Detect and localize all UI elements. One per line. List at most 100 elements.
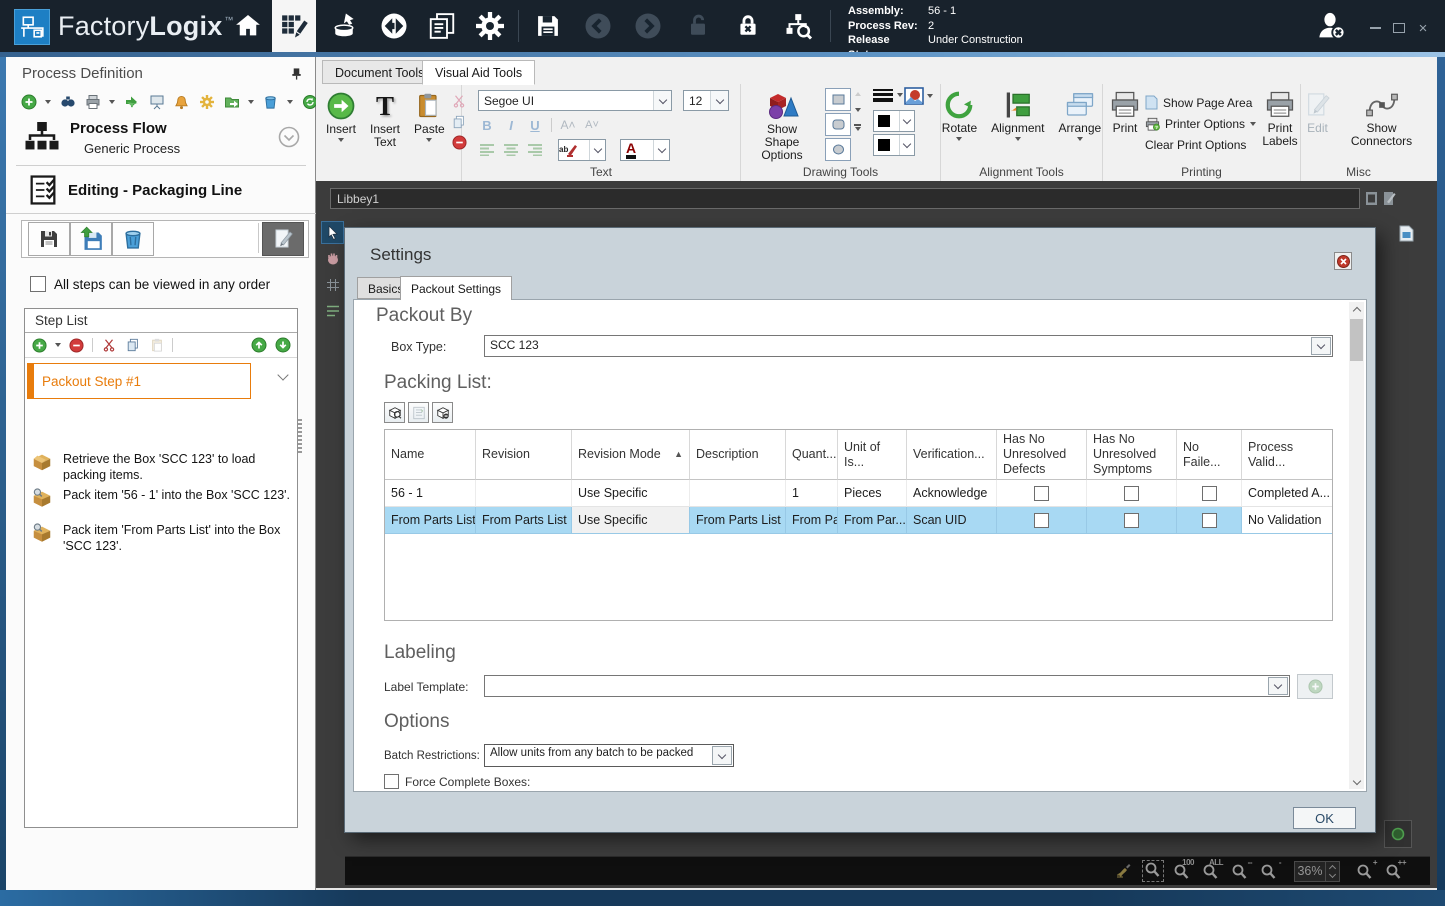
paste-dropdown-caret[interactable]	[426, 138, 433, 142]
paste-button[interactable]: Paste	[410, 88, 449, 152]
insert-image-button[interactable]	[904, 87, 933, 105]
copy-icon[interactable]	[124, 337, 141, 354]
cell-process-validation[interactable]: Completed A...	[1242, 480, 1332, 507]
format-painter-icon[interactable]	[1114, 861, 1134, 881]
close-button[interactable]: ×	[1410, 18, 1436, 38]
edit-button[interactable]: Edit	[1300, 87, 1336, 151]
alignment-dropdown-caret[interactable]	[1014, 137, 1021, 141]
shape-more-icon[interactable]	[854, 124, 861, 131]
cell-description[interactable]: From Parts List	[690, 507, 786, 534]
cell-description[interactable]	[690, 480, 786, 507]
column-header[interactable]: Revision	[476, 430, 572, 480]
document-name-input[interactable]	[331, 189, 1359, 208]
column-header[interactable]: Process Valid...	[1242, 430, 1332, 480]
move-down-icon[interactable]	[274, 337, 291, 354]
cell-quantity[interactable]: From Pa	[786, 507, 838, 534]
cell-verification[interactable]: Scan UID	[907, 507, 997, 534]
column-header[interactable]: Quant...	[786, 430, 838, 480]
process-audit-button[interactable]	[776, 0, 820, 52]
zoom-selection-button[interactable]	[1142, 860, 1164, 882]
doc-action-icon[interactable]	[1363, 189, 1379, 207]
search-icon[interactable]	[59, 94, 76, 111]
remove-step-icon[interactable]	[68, 337, 85, 354]
save-button[interactable]	[526, 0, 570, 52]
export-dropdown-caret[interactable]	[248, 100, 254, 104]
align-center-icon[interactable]	[500, 140, 522, 160]
line-color-picker[interactable]	[873, 110, 915, 132]
transfer-button[interactable]	[372, 0, 416, 52]
recycle-bin-icon[interactable]	[262, 94, 279, 111]
italic-button[interactable]: I	[500, 115, 522, 135]
print-icon[interactable]	[84, 94, 101, 111]
print-button[interactable]: Print	[1105, 87, 1145, 138]
show-shape-options-button[interactable]: Show Shape Options	[745, 86, 819, 165]
cell-revision-mode[interactable]: Use Specific	[572, 480, 690, 507]
add-label-template-button[interactable]	[1297, 674, 1333, 699]
box-type-select[interactable]: SCC 123	[484, 335, 1333, 357]
zoom-all-button[interactable]: ALL	[1201, 858, 1224, 881]
document-name-bar[interactable]	[330, 188, 1360, 209]
recycle-dropdown-caret[interactable]	[287, 100, 293, 104]
page-properties-icon[interactable]	[1399, 225, 1414, 242]
pan-tool-button[interactable]	[321, 247, 344, 270]
table-row[interactable]: 56 - 1 Use Specific 1 Pieces Acknowledge…	[385, 480, 1332, 507]
line-style-picker[interactable]	[873, 88, 903, 102]
rotate-dropdown-caret[interactable]	[956, 137, 963, 141]
cell-verification[interactable]: Acknowledge	[907, 480, 997, 507]
lock-cancel-button[interactable]	[726, 0, 770, 52]
scroll-down-arrow[interactable]	[1349, 774, 1364, 789]
column-header[interactable]: Name	[385, 430, 476, 480]
font-size-select[interactable]: 12	[683, 90, 729, 111]
tab-document-tools[interactable]: Document Tools	[322, 60, 438, 84]
cell-process-validation[interactable]: No Validation	[1242, 507, 1332, 534]
back-button[interactable]	[576, 0, 620, 52]
add-step-icon[interactable]	[31, 337, 48, 354]
cell-unit[interactable]: Pieces	[838, 480, 907, 507]
defects-checkbox[interactable]	[1034, 512, 1049, 528]
zoom-out-fast-button[interactable]: --	[1230, 858, 1253, 881]
delete-process-button[interactable]	[112, 222, 154, 256]
rounded-rectangle-shape-button[interactable]	[825, 113, 851, 136]
list-tool-button[interactable]	[321, 299, 344, 322]
step-operation-pack-1[interactable]: Pack item '56 - 1' into the Box 'SCC 123…	[31, 487, 291, 509]
maximize-button[interactable]	[1386, 18, 1412, 38]
forward-button[interactable]	[626, 0, 670, 52]
process-planning-button[interactable]	[272, 0, 316, 52]
symptoms-checkbox[interactable]	[1124, 512, 1139, 528]
symptoms-checkbox[interactable]	[1124, 485, 1139, 501]
pin-icon[interactable]	[290, 67, 303, 81]
column-header[interactable]: No Faile...	[1177, 430, 1242, 480]
panel-splitter-handle[interactable]	[298, 419, 302, 453]
shape-scroll-down-icon[interactable]	[854, 108, 861, 112]
add-dropdown-caret[interactable]	[45, 100, 51, 104]
zoom-in-button[interactable]: +	[1355, 858, 1378, 881]
active-step-item[interactable]: Packout Step #1	[27, 363, 251, 399]
column-header[interactable]: Has No Unresolved Defects	[997, 430, 1087, 480]
doc-edit-icon[interactable]	[1381, 189, 1397, 207]
grow-font-button[interactable]: A˄	[557, 115, 579, 135]
step-chevron-icon[interactable]	[277, 369, 289, 381]
cell-name[interactable]: 56 - 1	[385, 480, 476, 507]
production-button[interactable]	[322, 0, 366, 52]
column-header[interactable]: Unit of Is...	[838, 430, 907, 480]
step-operation-retrieve[interactable]: Retrieve the Box 'SCC 123' to load packi…	[31, 451, 291, 483]
scrollbar-thumb[interactable]	[1350, 319, 1363, 361]
zoom-out-button[interactable]: -	[1259, 858, 1282, 881]
cell-unit[interactable]: From Par...	[838, 507, 907, 534]
cell-revision[interactable]	[476, 480, 572, 507]
rotate-button[interactable]: Rotate	[938, 87, 981, 144]
shape-scroll-up-icon[interactable]	[854, 92, 861, 96]
bold-button[interactable]: B	[476, 115, 498, 135]
zoom-in-fast-button[interactable]: ++	[1384, 858, 1407, 881]
insert-dropdown-caret[interactable]	[338, 138, 344, 142]
save-as-button[interactable]	[70, 222, 112, 256]
column-header[interactable]: Has No Unresolved Symptoms	[1087, 430, 1177, 480]
column-header[interactable]: Verification...	[907, 430, 997, 480]
force-complete-boxes-checkbox[interactable]	[384, 774, 399, 789]
grid-tool-button[interactable]	[321, 273, 344, 296]
show-connectors-button[interactable]: Show Connectors	[1346, 87, 1418, 151]
defects-checkbox[interactable]	[1034, 485, 1049, 501]
minimize-button[interactable]	[1362, 18, 1388, 38]
dialog-close-button[interactable]	[1334, 252, 1352, 270]
export-folder-icon[interactable]	[223, 94, 240, 111]
